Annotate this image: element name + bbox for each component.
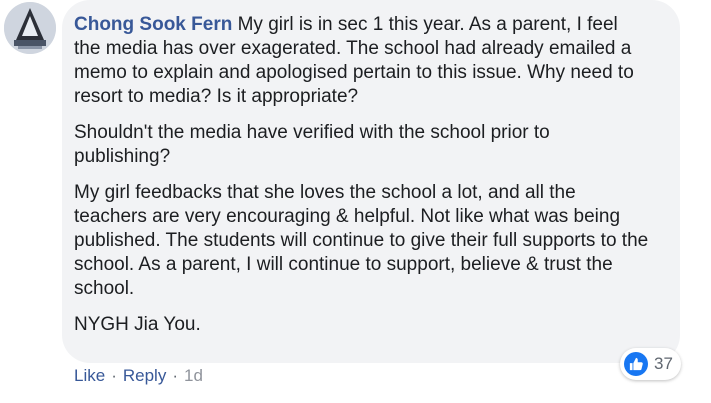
reaction-count: 37 <box>654 354 673 373</box>
author-name[interactable]: Chong Sook Fern <box>74 14 232 35</box>
comment-actions: Like · Reply · 1d <box>74 366 203 386</box>
like-link[interactable]: Like <box>74 366 105 386</box>
reaction-summary[interactable]: 37 <box>620 348 681 380</box>
comment: Chong Sook Fern My girl is in sec 1 this… <box>0 0 711 403</box>
comment-paragraph-2: Shouldn't the media have verified with t… <box>74 122 550 167</box>
like-icon <box>624 352 648 376</box>
comment-paragraph-1: Chong Sook Fern My girl is in sec 1 this… <box>74 13 674 109</box>
separator: · <box>111 366 117 385</box>
reply-link[interactable]: Reply <box>123 366 166 386</box>
avatar-logo-icon <box>4 2 56 54</box>
separator: · <box>172 366 178 385</box>
comment-paragraph-3: My girl feedbacks that she loves the sch… <box>74 182 649 299</box>
comment-body: Chong Sook Fern My girl is in sec 1 this… <box>74 13 674 349</box>
comment-paragraph-4: NYGH Jia You. <box>74 314 201 335</box>
avatar[interactable] <box>4 2 56 54</box>
timestamp[interactable]: 1d <box>184 366 203 386</box>
